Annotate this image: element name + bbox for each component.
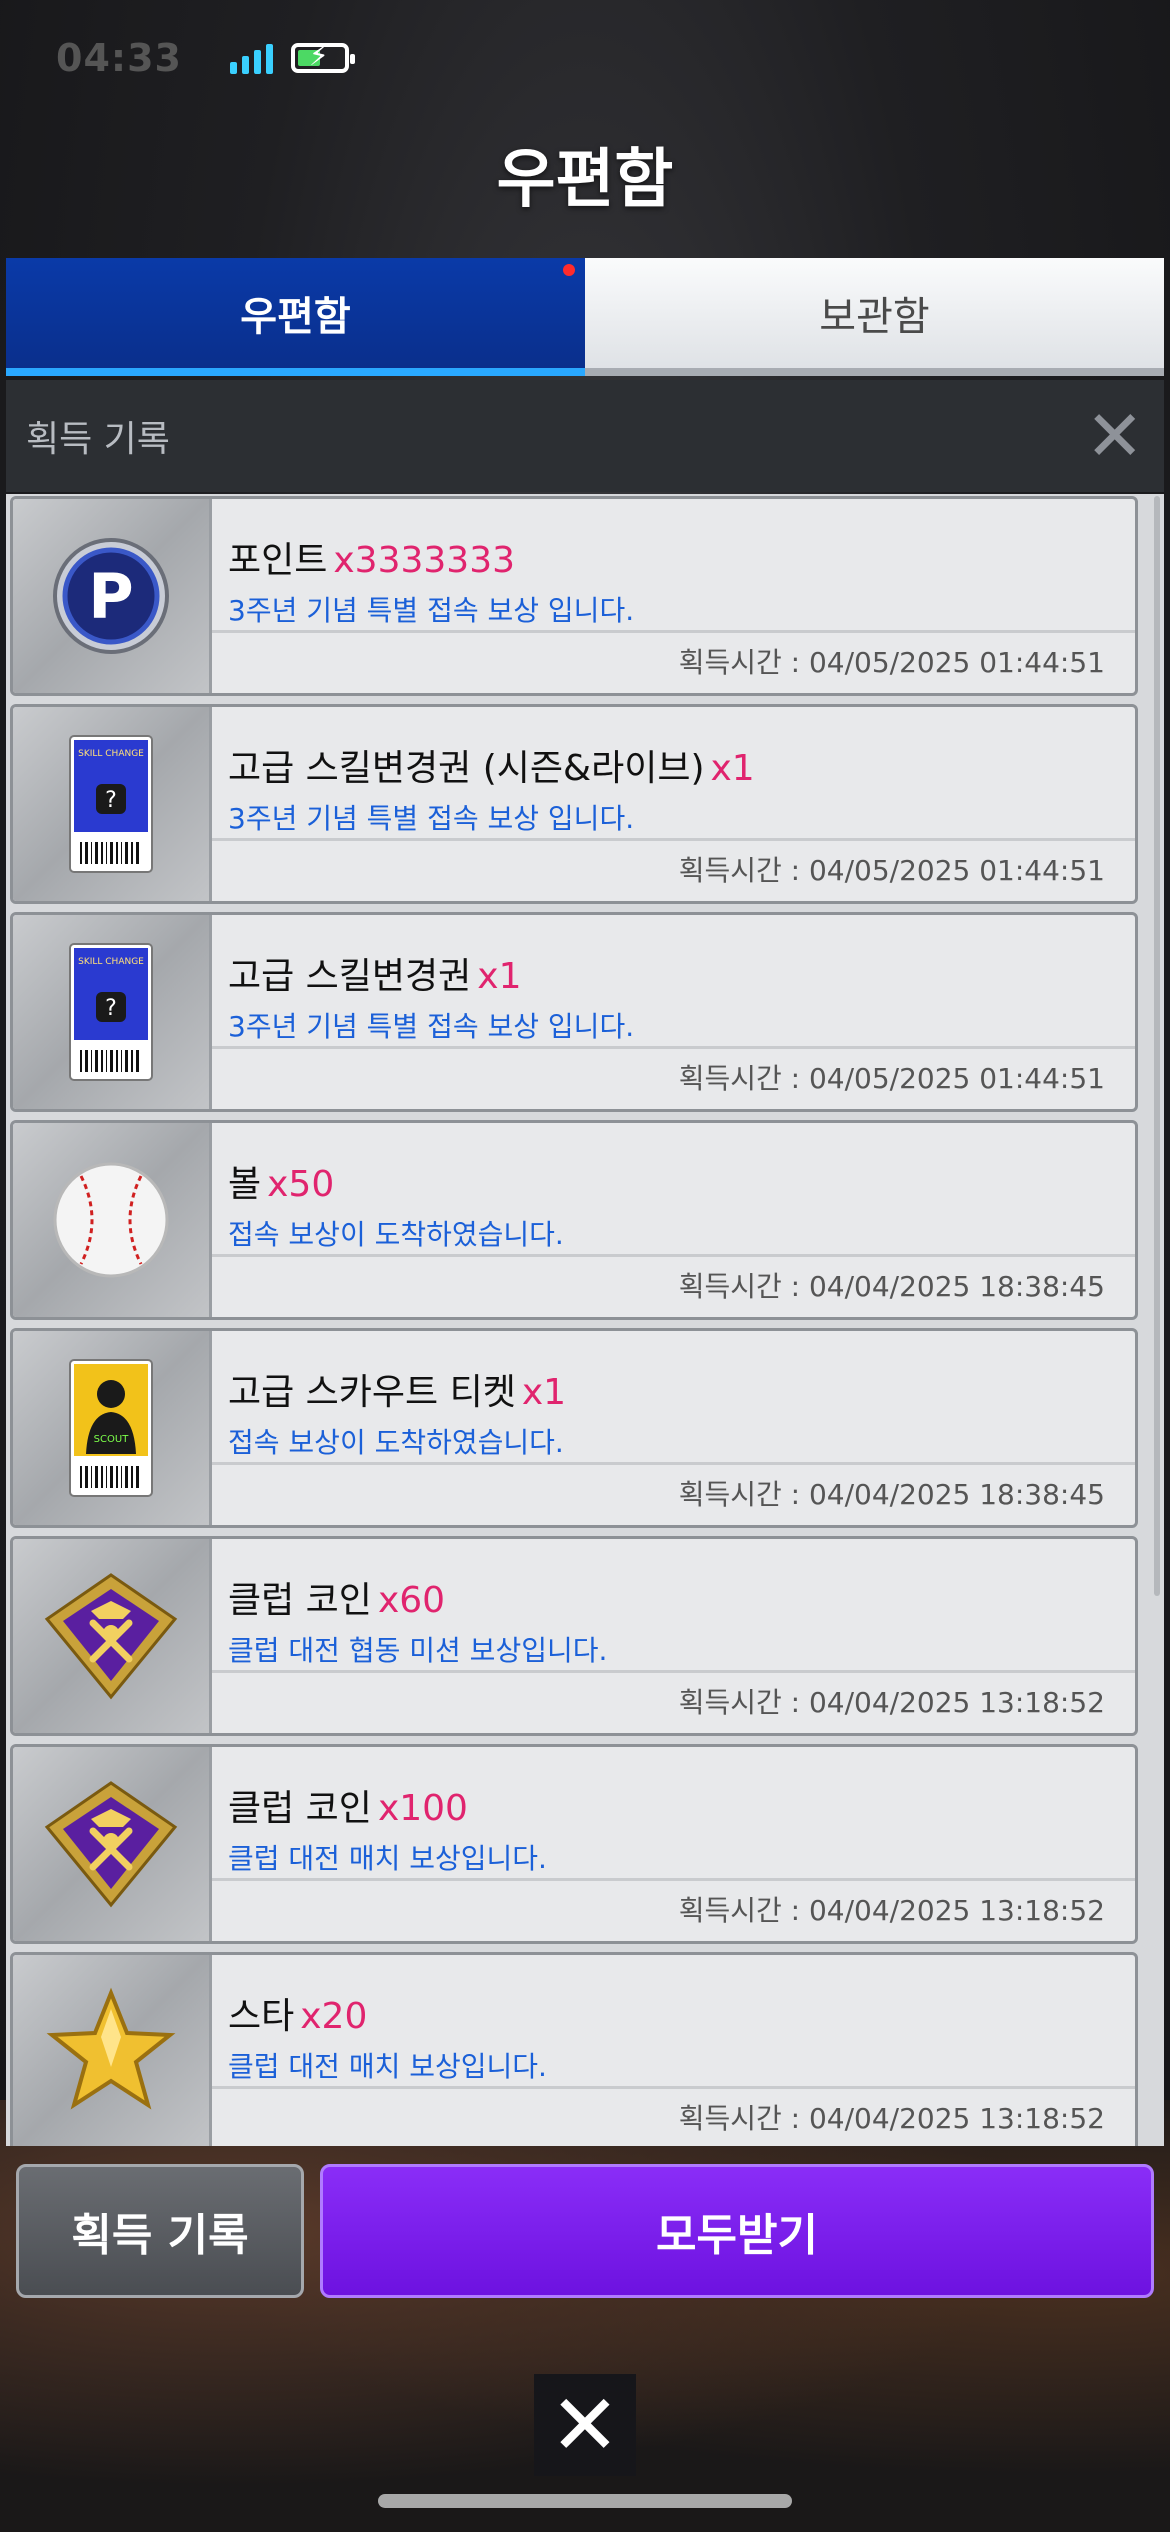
scrollbar[interactable] bbox=[1154, 496, 1160, 1596]
item-name: 고급 스카우트 티켓 x1 bbox=[228, 1363, 1135, 1415]
item-description: 접속 보상이 도착하였습니다. bbox=[228, 1218, 564, 1251]
item-name: 클럽 코인 x100 bbox=[228, 1779, 1135, 1831]
svg-text:P: P bbox=[88, 560, 133, 633]
tab-mailbox[interactable]: 우편함 bbox=[6, 258, 585, 376]
history-header: 획득 기록 ✕ bbox=[6, 380, 1164, 492]
tab-storage[interactable]: 보관함 bbox=[585, 258, 1164, 376]
item-title: 고급 스킬변경권 bbox=[228, 956, 472, 997]
receive-all-button[interactable]: 모두받기 bbox=[320, 2164, 1154, 2298]
scout-ticket-icon: SCOUT bbox=[13, 1331, 212, 1525]
item-quantity: x1 bbox=[710, 748, 755, 789]
home-indicator[interactable] bbox=[378, 2494, 792, 2508]
svg-text:?: ? bbox=[105, 996, 117, 1021]
list-item[interactable]: 스타 x20 클럽 대전 매치 보상입니다. 획득시간 : 04/04/2025 … bbox=[10, 1952, 1138, 2146]
item-description: 클럽 대전 매치 보상입니다. bbox=[228, 2050, 547, 2083]
item-timestamp: 획득시간 : 04/04/2025 18:38:45 bbox=[678, 1270, 1105, 1303]
list-item[interactable]: P 포인트 x3333333 3주년 기념 특별 접속 보상 입니다. 획득시간 … bbox=[10, 496, 1138, 696]
status-time: 04:33 bbox=[56, 36, 182, 80]
battery-icon: ⚡ bbox=[290, 41, 355, 73]
item-name: 포인트 x3333333 bbox=[228, 531, 1135, 583]
close-icon[interactable]: ✕ bbox=[1085, 401, 1144, 471]
club-coin-icon bbox=[13, 1747, 212, 1941]
svg-text:SKILL CHANGE: SKILL CHANGE bbox=[78, 749, 144, 759]
item-description: 클럽 대전 매치 보상입니다. bbox=[228, 1842, 547, 1875]
tab-mailbox-label: 우편함 bbox=[240, 294, 351, 340]
svg-text:?: ? bbox=[105, 788, 117, 813]
item-quantity: x3333333 bbox=[333, 540, 516, 581]
reward-list[interactable]: P 포인트 x3333333 3주년 기념 특별 접속 보상 입니다. 획득시간 … bbox=[6, 494, 1164, 2146]
item-title: 고급 스카우트 티켓 bbox=[228, 1372, 516, 1413]
item-quantity: x1 bbox=[477, 956, 522, 997]
item-name: 클럽 코인 x60 bbox=[228, 1571, 1135, 1623]
baseball-icon bbox=[13, 1123, 212, 1317]
list-item[interactable]: 클럽 코인 x100 클럽 대전 매치 보상입니다. 획득시간 : 04/04/2… bbox=[10, 1744, 1138, 1944]
item-description: 접속 보상이 도착하였습니다. bbox=[228, 1426, 564, 1459]
list-item[interactable]: 볼 x50 접속 보상이 도착하였습니다. 획득시간 : 04/04/2025 1… bbox=[10, 1120, 1138, 1320]
item-timestamp: 획득시간 : 04/04/2025 13:18:52 bbox=[678, 1686, 1105, 1719]
item-quantity: x100 bbox=[377, 1788, 468, 1829]
item-timestamp: 획득시간 : 04/04/2025 18:38:45 bbox=[678, 1478, 1105, 1511]
skill-change-ticket-icon: SKILL CHANGE ? bbox=[13, 707, 212, 901]
close-button[interactable]: ✕ bbox=[534, 2374, 636, 2476]
item-title: 포인트 bbox=[228, 540, 328, 581]
item-title: 클럽 코인 bbox=[228, 1580, 372, 1621]
item-description: 3주년 기념 특별 접속 보상 입니다. bbox=[228, 1010, 635, 1043]
close-icon: ✕ bbox=[549, 2376, 621, 2474]
item-timestamp: 획득시간 : 04/05/2025 01:44:51 bbox=[678, 854, 1105, 887]
item-name: 고급 스킬변경권 (시즌&라이브) x1 bbox=[228, 739, 1135, 791]
history-button[interactable]: 획득 기록 bbox=[16, 2164, 304, 2298]
tab-bar: 우편함 보관함 bbox=[6, 258, 1164, 376]
club-coin-icon bbox=[13, 1539, 212, 1733]
list-item[interactable]: 클럽 코인 x60 클럽 대전 협동 미션 보상입니다. 획득시간 : 04/04… bbox=[10, 1536, 1138, 1736]
point-icon: P bbox=[13, 499, 212, 693]
item-timestamp: 획득시간 : 04/05/2025 01:44:51 bbox=[678, 1062, 1105, 1095]
notification-dot bbox=[563, 264, 575, 276]
svg-text:SCOUT: SCOUT bbox=[94, 1434, 130, 1445]
tab-storage-label: 보관함 bbox=[819, 294, 930, 340]
item-description: 클럽 대전 협동 미션 보상입니다. bbox=[228, 1634, 608, 1667]
page-title: 우편함 bbox=[496, 143, 674, 217]
item-name: 고급 스킬변경권 x1 bbox=[228, 947, 1135, 999]
item-timestamp: 획득시간 : 04/04/2025 13:18:52 bbox=[678, 2102, 1105, 2135]
item-title: 고급 스킬변경권 (시즌&라이브) bbox=[228, 748, 705, 789]
item-name: 스타 x20 bbox=[228, 1987, 1135, 2039]
item-name: 볼 x50 bbox=[228, 1155, 1135, 1207]
star-icon bbox=[13, 1955, 212, 2146]
history-header-label: 획득 기록 bbox=[26, 419, 170, 460]
signal-icon bbox=[229, 42, 273, 74]
item-title: 클럽 코인 bbox=[228, 1788, 372, 1829]
list-item[interactable]: SCOUT 고급 스카우트 티켓 x1 접속 보상이 도착하였습니다. 획득시간 … bbox=[10, 1328, 1138, 1528]
item-title: 볼 bbox=[228, 1164, 262, 1205]
item-title: 스타 bbox=[228, 1996, 295, 2037]
skill-change-ticket-icon: SKILL CHANGE ? bbox=[13, 915, 212, 1109]
item-quantity: x50 bbox=[267, 1164, 335, 1205]
list-item[interactable]: SKILL CHANGE ? 고급 스킬변경권 x1 3주년 기념 특별 접속 보… bbox=[10, 912, 1138, 1112]
status-bar: 04:33 ⚡ bbox=[56, 28, 355, 88]
svg-text:SKILL CHANGE: SKILL CHANGE bbox=[78, 957, 144, 967]
item-quantity: x1 bbox=[521, 1372, 567, 1413]
item-description: 3주년 기념 특별 접속 보상 입니다. bbox=[228, 594, 635, 627]
item-timestamp: 획득시간 : 04/04/2025 13:18:52 bbox=[678, 1894, 1105, 1927]
item-quantity: x60 bbox=[377, 1580, 446, 1621]
item-description: 3주년 기념 특별 접속 보상 입니다. bbox=[228, 802, 635, 835]
item-quantity: x20 bbox=[300, 1996, 368, 2037]
list-item[interactable]: SKILL CHANGE ? 고급 스킬변경권 (시즌&라이브) x1 3주년 기… bbox=[10, 704, 1138, 904]
item-timestamp: 획득시간 : 04/05/2025 01:44:51 bbox=[678, 646, 1105, 679]
